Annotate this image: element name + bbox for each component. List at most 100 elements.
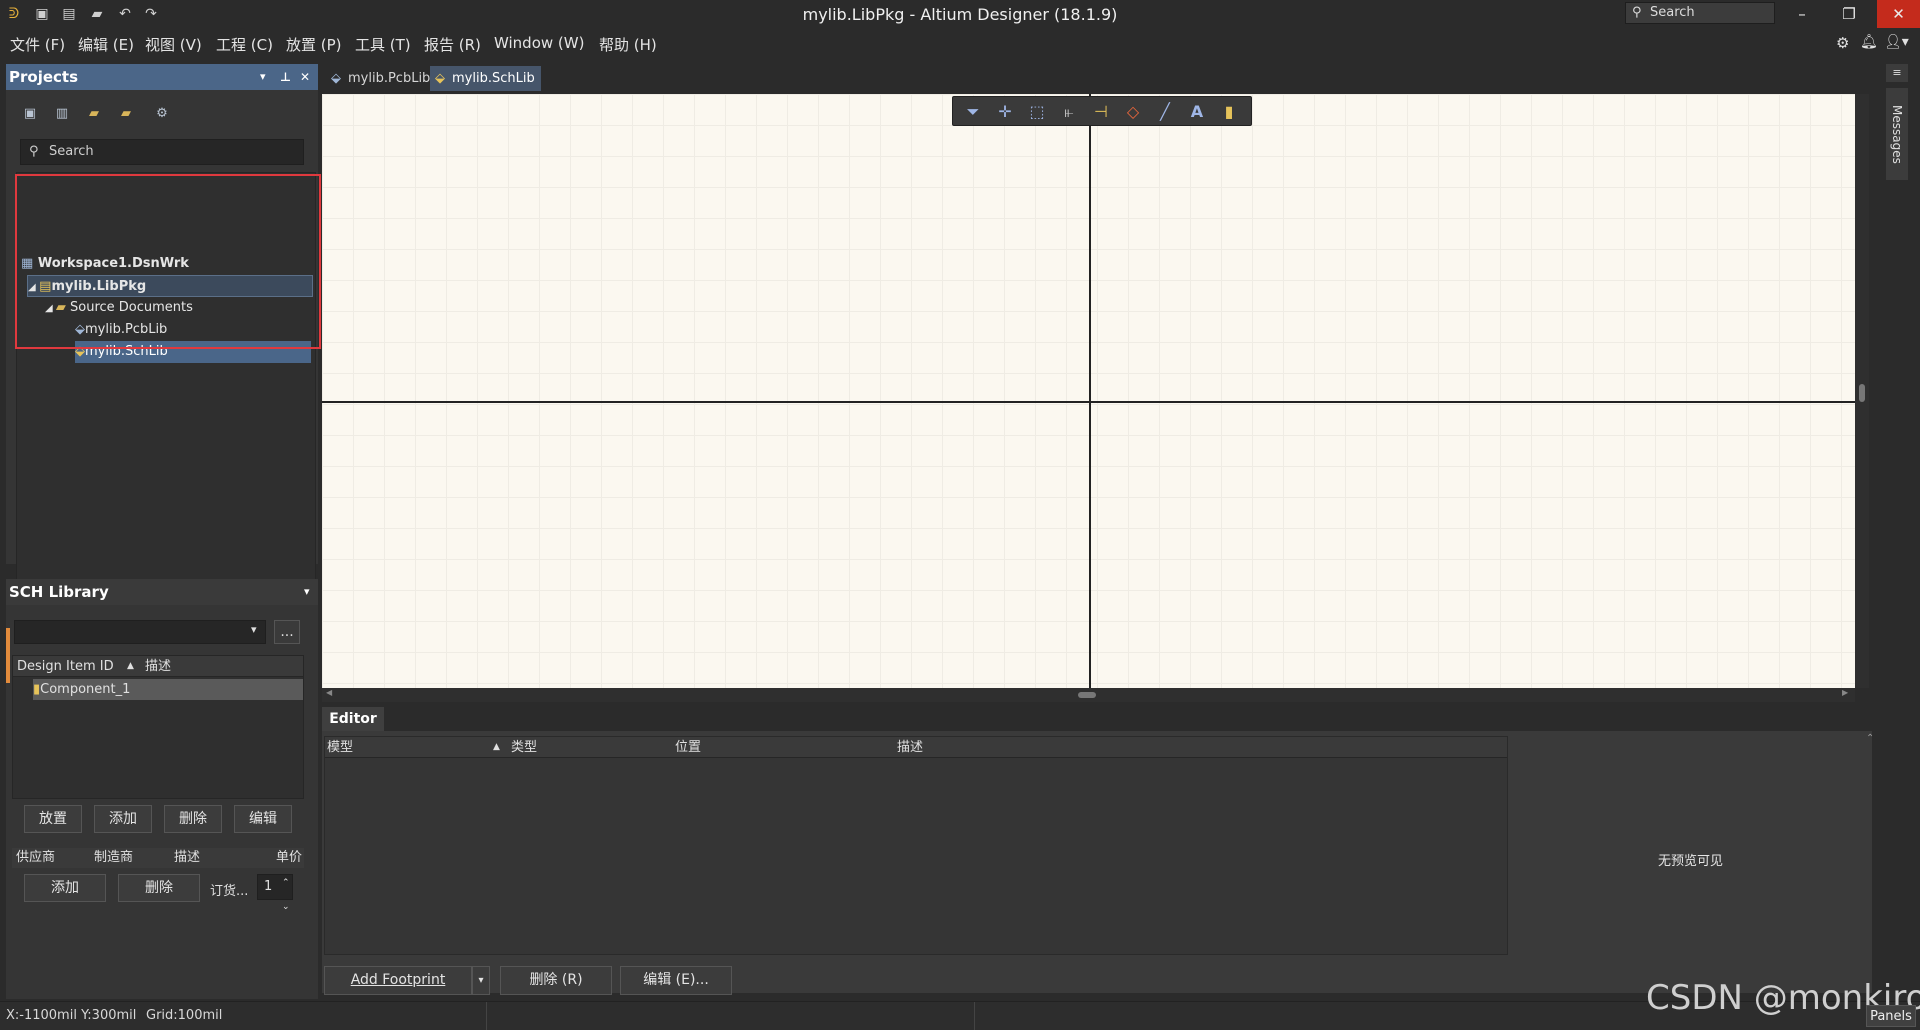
horizontal-scrollbar[interactable]: ◀ ▶ [322, 688, 1855, 702]
editor-panel-header: Editor [322, 707, 1872, 731]
search-placeholder: Search [1650, 5, 1695, 20]
col-design-item-id[interactable]: Design Item ID [17, 656, 114, 677]
origin-horizontal-axis [322, 401, 1855, 403]
projects-search-placeholder: Search [49, 144, 94, 159]
minimize-button[interactable]: – [1784, 0, 1820, 28]
menu-place[interactable]: 放置 (P) [286, 34, 342, 55]
save-project-icon[interactable]: ▣ [20, 104, 40, 124]
panel-menu-icon[interactable]: ▾ [304, 579, 310, 605]
col-manufacturer[interactable]: 制造商 [94, 848, 133, 868]
notification-bell-icon[interactable]: 🔔︎ [1860, 34, 1878, 50]
supplier-delete-button[interactable]: 删除 [118, 874, 200, 902]
component-filter-dropdown[interactable]: ▾ [14, 620, 266, 644]
restore-button[interactable]: ❐ [1831, 0, 1867, 28]
component-table: Design Item ID ▲ 描述 ▮Component_1 [12, 655, 304, 799]
v-scroll-thumb[interactable] [1859, 384, 1865, 402]
sch-library-title: SCH Library [9, 583, 109, 601]
add-footprint-label: Add Footprint [350, 972, 446, 988]
menu-file[interactable]: 文件 (F) [10, 34, 65, 55]
browse-button[interactable]: ... [274, 620, 300, 644]
menu-help[interactable]: 帮助 (H) [599, 34, 657, 55]
menu-project[interactable]: 工程 (C) [216, 34, 273, 55]
stepper-arrows-icon[interactable]: ⌃ ⌄ [282, 871, 290, 919]
settings-gear-icon[interactable]: ⚙ [1836, 34, 1849, 52]
panel-menu-icon[interactable]: ▾ [260, 64, 266, 90]
delete-button[interactable]: 删除 [164, 805, 222, 833]
align-icon[interactable]: ⫦ [1057, 101, 1081, 123]
projects-title: Projects [9, 68, 79, 86]
col-description[interactable]: 描述 [897, 737, 923, 758]
sort-asc-icon: ▲ [127, 661, 134, 671]
projects-search-input[interactable]: ⚲ Search [20, 139, 304, 165]
properties-tab-icon[interactable]: ≡ [1886, 64, 1908, 82]
document-tabs: ⬙ mylib.PcbLib ⬙ mylib.SchLib [322, 64, 1872, 92]
panel-close-icon[interactable]: ✕ [300, 64, 310, 90]
compile-icon[interactable]: ▥ [52, 104, 72, 124]
delete-model-button[interactable]: 删除 (R) [500, 966, 612, 995]
menu-edit[interactable]: 编辑 (E) [78, 34, 134, 55]
component-id: Component_1 [40, 682, 131, 697]
messages-tab[interactable]: Messages [1886, 88, 1908, 180]
cursor-coordinates: X:-1100mil Y:300mil [6, 1008, 137, 1023]
place-button[interactable]: 放置 [24, 805, 82, 833]
menu-bar: 文件 (F) 编辑 (E) 视图 (V) 工程 (C) 放置 (P) 工具 (T… [0, 28, 1920, 60]
col-model[interactable]: 模型 [327, 737, 353, 758]
active-bar-toolbar: ⏷ ✛ ⬚ ⫦ ⊣ ◇ ╱ A ▮ [952, 96, 1252, 126]
ieee-symbol-icon[interactable]: ◇ [1121, 101, 1145, 123]
supplier-add-button[interactable]: 添加 [24, 874, 106, 902]
move-cross-icon[interactable]: ✛ [993, 101, 1017, 123]
col-type[interactable]: 类型 [511, 737, 537, 758]
highlight-annotation-box [15, 174, 321, 349]
scroll-right-arrow-icon[interactable]: ▶ [1842, 688, 1848, 697]
edit-model-button[interactable]: 编辑 (E)... [620, 966, 732, 995]
place-text-icon[interactable]: A [1185, 101, 1209, 123]
supplier-table-header: 供应商 制造商 描述 单价 [12, 848, 304, 868]
project-folder-icon[interactable]: ▰ [116, 104, 136, 124]
place-line-icon[interactable]: ╱ [1153, 101, 1177, 123]
pin-icon[interactable]: ⊥ [280, 64, 291, 90]
col-position[interactable]: 位置 [675, 737, 701, 758]
add-part-icon[interactable]: ▮ [1217, 101, 1241, 123]
search-icon: ⚲ [29, 144, 39, 159]
table-row[interactable]: ▮Component_1 [33, 679, 303, 700]
panel-resize-handle[interactable] [6, 628, 10, 683]
scroll-left-arrow-icon[interactable]: ◀ [326, 688, 332, 697]
order-quantity-value: 1 [264, 879, 273, 894]
open-project-icon[interactable]: ▰ [84, 104, 104, 124]
select-rectangle-icon[interactable]: ⬚ [1025, 101, 1049, 123]
edit-button[interactable]: 编辑 [234, 805, 292, 833]
add-footprint-button[interactable]: Add Footprint [324, 966, 472, 995]
panels-button[interactable]: Panels [1866, 1005, 1916, 1027]
right-panel-rail: ≡ Messages [1872, 60, 1920, 1030]
close-button[interactable]: ✕ [1877, 0, 1920, 28]
order-quantity-stepper[interactable]: 1 ⌃ ⌄ [257, 874, 293, 912]
global-search-input[interactable]: ⚲ Search [1625, 2, 1775, 24]
vertical-scrollbar[interactable] [1855, 94, 1869, 688]
tab-pcblib[interactable]: ⬙ mylib.PcbLib [326, 66, 436, 91]
add-footprint-dropdown[interactable]: ▾ [472, 966, 490, 995]
status-divider [486, 1002, 487, 1030]
col-unit-price[interactable]: 单价 [276, 848, 302, 868]
model-table-header: 模型 ▲ 类型 位置 描述 [325, 737, 1507, 758]
search-icon: ⚲ [1632, 5, 1642, 20]
menu-tools[interactable]: 工具 (T) [355, 34, 411, 55]
add-button[interactable]: 添加 [94, 805, 152, 833]
col-description[interactable]: 描述 [145, 656, 171, 677]
no-preview-label: 无预览可见 [1658, 854, 1724, 869]
place-pin-icon[interactable]: ⊣ [1089, 101, 1113, 123]
status-bar: X:-1100mil Y:300mil Grid:100mil [0, 1001, 1920, 1030]
h-scroll-thumb[interactable] [1078, 692, 1096, 698]
filter-icon[interactable]: ⏷ [961, 101, 985, 123]
tab-schlib[interactable]: ⬙ mylib.SchLib [430, 66, 541, 91]
col-sup-description[interactable]: 描述 [174, 848, 200, 868]
menu-window[interactable]: Window (W) [494, 34, 584, 52]
user-account-icon[interactable]: 👤︎▾ [1884, 34, 1909, 50]
menu-view[interactable]: 视图 (V) [145, 34, 202, 55]
editor-tab[interactable]: Editor [322, 707, 384, 731]
col-supplier[interactable]: 供应商 [16, 848, 55, 868]
menu-reports[interactable]: 报告 (R) [424, 34, 481, 55]
grid-size: Grid:100mil [146, 1008, 223, 1023]
project-options-gear-icon[interactable]: ⚙ [152, 104, 172, 124]
model-table: 模型 ▲ 类型 位置 描述 [324, 736, 1508, 955]
tab-schlib-label: mylib.SchLib [452, 71, 535, 86]
